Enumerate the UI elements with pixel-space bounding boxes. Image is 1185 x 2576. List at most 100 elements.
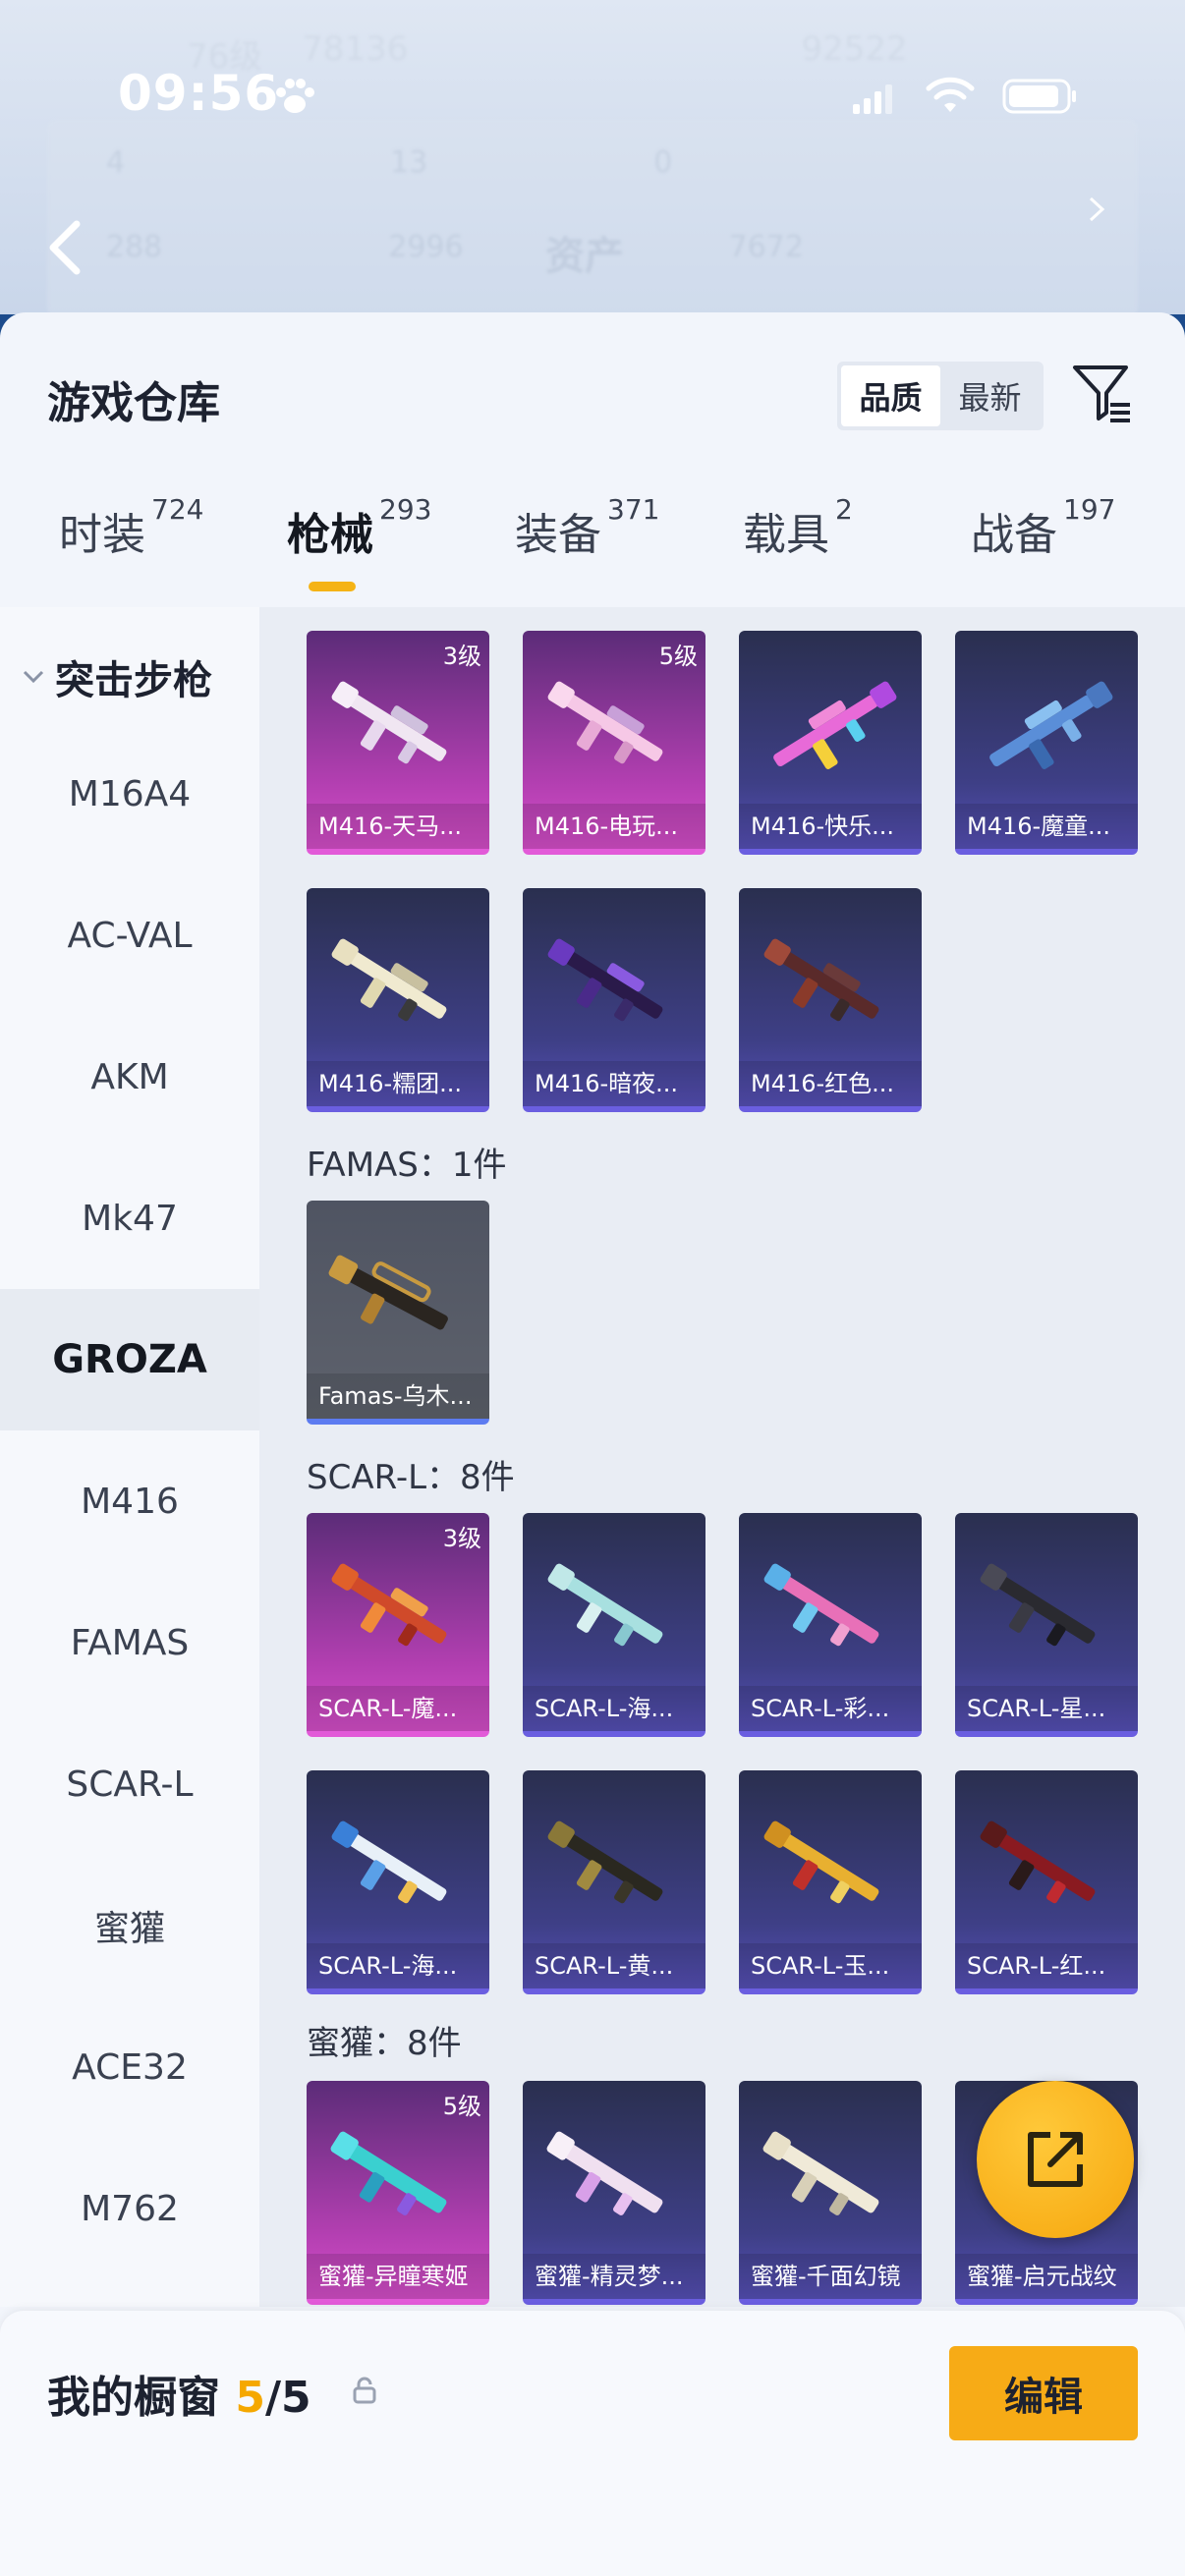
tab-supplies[interactable]: 战备197 xyxy=(971,493,1115,562)
sidebar-item-m762[interactable]: M762 xyxy=(0,2138,259,2279)
share-button[interactable] xyxy=(977,2081,1134,2238)
weapon-card[interactable]: M416-魔童... xyxy=(955,631,1138,855)
showcase-separator: / xyxy=(264,2373,282,2423)
weapon-card[interactable]: SCAR-L-星... xyxy=(955,1513,1138,1737)
tab-label: 枪械 xyxy=(287,510,373,560)
gun-icon xyxy=(330,2131,447,2215)
weapon-card[interactable]: SCAR-L-红... xyxy=(955,1770,1138,1994)
stat-value: 13 xyxy=(390,145,428,180)
filter-icon[interactable] xyxy=(1071,362,1134,424)
sidebar-item-m16a4[interactable]: M16A4 xyxy=(0,723,259,865)
skin-name: M416-暗夜... xyxy=(523,1061,705,1106)
gun-icon xyxy=(762,2131,879,2215)
gun-icon xyxy=(980,1563,1096,1647)
skin-name: M416-天马... xyxy=(307,804,489,849)
skin-name: SCAR-L-彩... xyxy=(739,1686,922,1731)
edit-showcase-button[interactable]: 编辑 xyxy=(949,2346,1138,2440)
battery-icon xyxy=(1002,79,1076,114)
sidebar-item-m416[interactable]: M416 xyxy=(0,1430,259,1572)
gun-icon xyxy=(331,1563,447,1647)
gun-icon xyxy=(763,1820,879,1904)
back-icon[interactable] xyxy=(43,218,86,277)
skin-name: M416-电玩... xyxy=(523,804,705,849)
signal-icon xyxy=(853,84,892,114)
weapon-card[interactable]: M416-糯团... xyxy=(307,888,489,1112)
tab-count: 371 xyxy=(607,493,660,526)
weapon-type-sidebar: 突击步枪 M16A4 AC-VAL AKM Mk47 GROZA M416 FA… xyxy=(0,607,259,2307)
tab-vehicles[interactable]: 载具2 xyxy=(743,493,853,562)
skin-name: 蜜獾-异瞳寒姬 xyxy=(307,2254,489,2299)
weapon-card[interactable]: 3级 SCAR-L-魔... xyxy=(307,1513,489,1737)
showcase-title: 我的橱窗 xyxy=(47,2373,220,2423)
group-label-honey-badger: 蜜獾：8件 xyxy=(307,2024,462,2063)
sidebar-item-scar-l[interactable]: SCAR-L xyxy=(0,1713,259,1855)
sidebar-item-mk47[interactable]: Mk47 xyxy=(0,1148,259,1289)
sidebar-item-ace32[interactable]: ACE32 xyxy=(0,1996,259,2138)
weapon-card[interactable]: M416-暗夜... xyxy=(523,888,705,1112)
skin-name: 蜜獾-千面幻镜 xyxy=(739,2254,922,2299)
skin-name: Famas-乌木... xyxy=(307,1373,489,1419)
weapon-card[interactable]: SCAR-L-海... xyxy=(307,1770,489,1994)
skin-name: SCAR-L-玉... xyxy=(739,1943,922,1988)
stat-value: 0 xyxy=(653,145,673,180)
group-label-scar-l: SCAR-L：8件 xyxy=(307,1458,515,1497)
gun-icon xyxy=(773,681,897,769)
skin-name: SCAR-L-海... xyxy=(307,1943,489,1988)
lock-icon xyxy=(353,2377,376,2404)
gun-icon xyxy=(763,938,879,1022)
weapon-card[interactable]: 5级 M416-电玩... xyxy=(523,631,705,855)
weapon-card[interactable]: M416-快乐... xyxy=(739,631,922,855)
stat-value: 2996 xyxy=(388,230,464,264)
sort-quality-button[interactable]: 品质 xyxy=(841,365,940,426)
weapon-card[interactable]: SCAR-L-玉... xyxy=(739,1770,922,1994)
weapon-card[interactable]: 5级 蜜獾-异瞳寒姬 xyxy=(307,2081,489,2305)
profile-views: 78136 xyxy=(302,29,409,69)
stat-value: 7672 xyxy=(728,230,804,264)
sidebar-item-akm[interactable]: AKM xyxy=(0,1006,259,1148)
active-tab-indicator xyxy=(309,582,356,591)
gun-icon xyxy=(547,1563,663,1647)
profile-header-background: 76级 78136 92522 4 13 0 288 2996 7672 资产 … xyxy=(0,0,1185,314)
sidebar-item-ac-val[interactable]: AC-VAL xyxy=(0,865,259,1006)
sidebar-group-label: 突击步枪 xyxy=(55,658,212,703)
weapon-card[interactable]: M416-红色... xyxy=(739,888,922,1112)
sidebar-group-assault-rifles[interactable]: 突击步枪 xyxy=(20,648,212,705)
sidebar-item-groza[interactable]: GROZA xyxy=(0,1289,259,1430)
tab-count: 2 xyxy=(835,493,853,526)
skin-name: SCAR-L-星... xyxy=(955,1686,1138,1731)
skin-name: SCAR-L-魔... xyxy=(307,1686,489,1731)
skin-name: 蜜獾-启元战纹 xyxy=(955,2254,1138,2299)
weapon-card[interactable]: 蜜獾-精灵梦... xyxy=(523,2081,705,2305)
weapon-card[interactable]: 蜜獾-千面幻镜 xyxy=(739,2081,922,2305)
skin-name: SCAR-L-海... xyxy=(523,1686,705,1731)
tab-label: 载具 xyxy=(743,510,829,560)
tab-label: 装备 xyxy=(515,510,601,560)
weapon-card[interactable]: 3级 M416-天马... xyxy=(307,631,489,855)
tab-count: 293 xyxy=(379,493,432,526)
showcase-total: 5 xyxy=(281,2373,311,2423)
group-label-famas: FAMAS：1件 xyxy=(307,1146,507,1185)
tab-fashion[interactable]: 时装724 xyxy=(59,493,203,562)
chevron-right-icon xyxy=(1089,196,1105,222)
tab-firearms[interactable]: 枪械293 xyxy=(287,493,431,562)
tab-equipment[interactable]: 装备371 xyxy=(515,493,659,562)
sort-toggle: 品质 最新 xyxy=(837,362,1044,430)
profile-stats-box: 4 13 0 288 2996 7672 xyxy=(47,120,1138,314)
gun-icon xyxy=(547,938,663,1022)
tab-count: 197 xyxy=(1063,493,1116,526)
weapon-card[interactable]: SCAR-L-彩... xyxy=(739,1513,922,1737)
profile-stats-top: 76级 78136 92522 xyxy=(187,29,908,78)
weapon-card[interactable]: SCAR-L-黄... xyxy=(523,1770,705,1994)
profile-header-blur: 76级 78136 92522 4 13 0 288 2996 7672 资产 xyxy=(0,0,1185,314)
chevron-down-icon xyxy=(23,670,44,684)
gun-icon xyxy=(328,1255,448,1330)
weapon-card[interactable]: SCAR-L-海... xyxy=(523,1513,705,1737)
gun-icon xyxy=(763,1563,879,1647)
tab-label: 战备 xyxy=(971,510,1057,560)
weapon-card[interactable]: Famas-乌木... xyxy=(307,1201,489,1425)
profile-page-title: 资产 xyxy=(545,234,624,279)
profile-score: 92522 xyxy=(801,29,908,69)
sidebar-item-honey-badger[interactable]: 蜜獾 xyxy=(0,1855,259,1996)
sidebar-item-famas[interactable]: FAMAS xyxy=(0,1572,259,1713)
sort-newest-button[interactable]: 最新 xyxy=(940,365,1040,426)
